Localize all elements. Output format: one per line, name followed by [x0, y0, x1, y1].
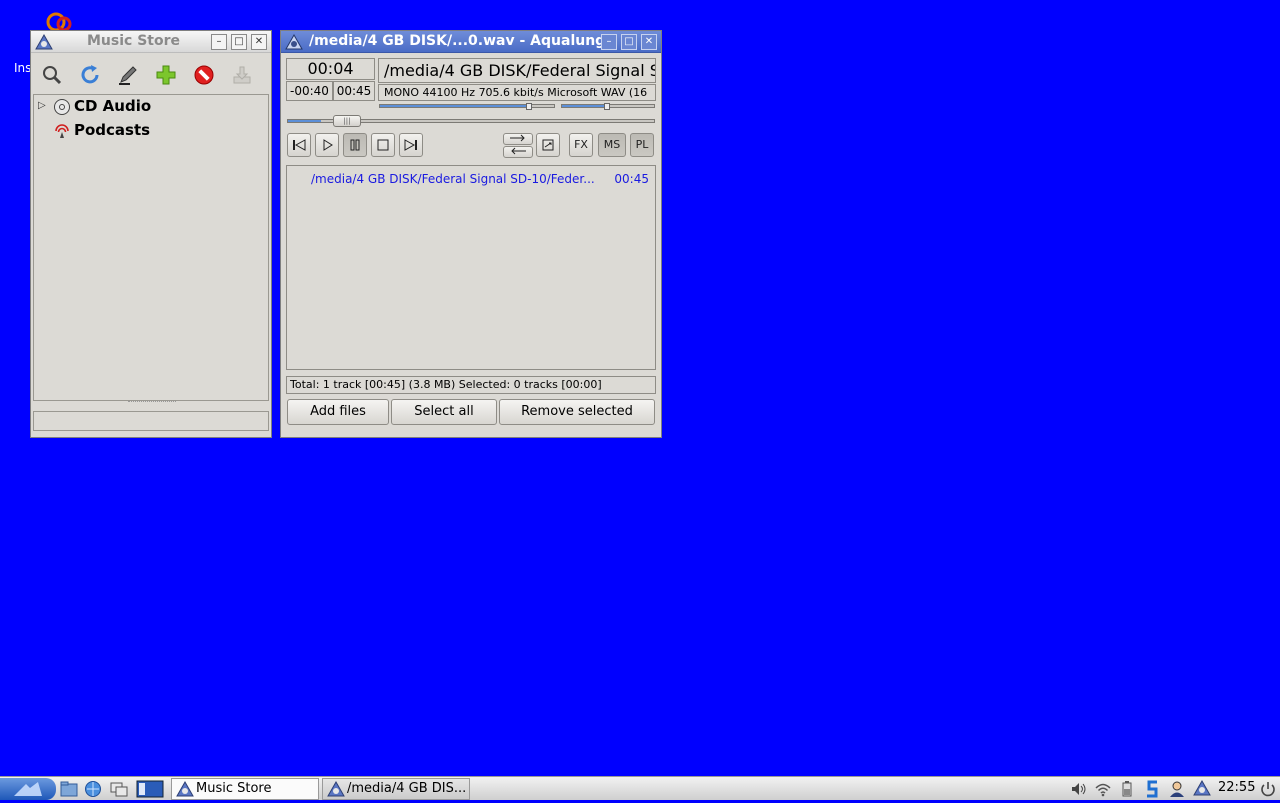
play-button[interactable]: [315, 133, 339, 157]
cd-audio-icon: [53, 98, 71, 116]
expand-arrow-icon[interactable]: ▷: [38, 100, 46, 111]
minimize-button[interactable]: –: [211, 34, 227, 50]
playlist[interactable]: /media/4 GB DISK/Federal Signal SD-10/Fe…: [286, 165, 656, 370]
total-time-display[interactable]: 00:45: [333, 81, 375, 101]
podcast-icon: [53, 122, 71, 140]
remove-selected-button[interactable]: Remove selected: [499, 399, 655, 425]
remaining-time-display[interactable]: -00:40: [286, 81, 333, 101]
window-title: Music Store: [87, 33, 180, 49]
minimize-button[interactable]: –: [601, 34, 617, 50]
user-icon[interactable]: [1168, 780, 1186, 798]
volume-icon[interactable]: [1070, 780, 1088, 798]
search-icon[interactable]: [40, 63, 64, 87]
stop-button[interactable]: [371, 133, 395, 157]
add-files-button[interactable]: Add files: [287, 399, 389, 425]
music-store-statusbar: [33, 411, 269, 431]
volume-slider-fill: [380, 105, 526, 107]
aqualung-tray-icon[interactable]: [1193, 779, 1211, 798]
seek-slider-handle[interactable]: |||: [332, 115, 361, 127]
clock[interactable]: 22:55: [1218, 780, 1255, 795]
refresh-icon[interactable]: [78, 63, 102, 87]
add-icon[interactable]: [154, 63, 178, 87]
task-label: Music Store: [196, 781, 272, 796]
pause-button[interactable]: [343, 133, 367, 157]
edit-icon[interactable]: [116, 63, 140, 87]
volume-slider-handle[interactable]: [526, 103, 532, 110]
maximize-button[interactable]: □: [231, 34, 247, 50]
app-logo-icon: [35, 33, 53, 50]
window-switcher-icon[interactable]: [110, 780, 128, 798]
task-aqualung[interactable]: /media/4 GB DIS...: [322, 778, 470, 800]
tree-item-podcasts[interactable]: Podcasts: [74, 121, 150, 139]
playlist-item-duration: 00:45: [614, 172, 649, 186]
maximize-button[interactable]: □: [621, 34, 637, 50]
app-logo-icon: [176, 780, 194, 799]
battery-icon[interactable]: [1118, 780, 1136, 798]
remove-icon[interactable]: [192, 63, 216, 87]
playlist-toggle-button[interactable]: PL: [630, 133, 654, 157]
close-button[interactable]: ✕: [251, 34, 267, 50]
music-store-toggle-button[interactable]: MS: [598, 133, 626, 157]
power-icon[interactable]: [1259, 780, 1277, 798]
select-all-button[interactable]: Select all: [391, 399, 497, 425]
repeat-all-button[interactable]: [503, 146, 533, 158]
elapsed-time-display[interactable]: 00:04: [286, 58, 375, 80]
tree-item-cd-audio[interactable]: CD Audio: [74, 97, 151, 115]
window-title: /media/4 GB DISK/...0.wav - Aqualung: [309, 33, 606, 49]
balance-slider-handle[interactable]: [604, 103, 610, 110]
taskbar: Music Store /media/4 GB DIS... 22:55: [0, 776, 1280, 800]
start-menu-button[interactable]: [0, 778, 56, 800]
file-manager-icon[interactable]: [60, 780, 78, 798]
aqualung-titlebar[interactable]: /media/4 GB DISK/...0.wav - Aqualung – □…: [281, 31, 661, 53]
browser-icon[interactable]: [84, 780, 102, 798]
fx-button[interactable]: FX: [569, 133, 593, 157]
music-store-titlebar[interactable]: Music Store – □ ✕: [31, 31, 271, 53]
balance-slider-fill: [562, 105, 604, 107]
music-store-tree[interactable]: ▷ CD Audio Podcasts: [33, 94, 269, 404]
update-manager-icon[interactable]: [1144, 780, 1162, 798]
task-music-store[interactable]: Music Store: [171, 778, 319, 800]
previous-track-button[interactable]: [287, 133, 311, 157]
wifi-icon[interactable]: [1094, 780, 1112, 798]
playlist-status: Total: 1 track [00:45] (3.8 MB) Selected…: [286, 376, 656, 394]
seek-slider-fill: [288, 120, 321, 122]
desktop-icon-label[interactable]: Ins: [14, 61, 31, 75]
app-logo-icon: [285, 33, 303, 50]
task-label: /media/4 GB DIS...: [347, 781, 467, 796]
shuffle-button[interactable]: [536, 133, 560, 157]
repeat-track-button[interactable]: [503, 133, 533, 145]
close-button[interactable]: ✕: [641, 34, 657, 50]
next-track-button[interactable]: [399, 133, 423, 157]
track-title-display: /media/4 GB DISK/Federal Signal SD: [378, 58, 656, 83]
app-logo-icon: [327, 780, 345, 799]
resize-grip[interactable]: [128, 401, 176, 404]
download-icon: [230, 63, 254, 87]
playlist-item-name[interactable]: /media/4 GB DISK/Federal Signal SD-10/Fe…: [311, 172, 595, 186]
show-desktop-icon[interactable]: [136, 780, 164, 798]
format-info-display: MONO 44100 Hz 705.6 kbit/s Microsoft WAV…: [378, 84, 656, 101]
